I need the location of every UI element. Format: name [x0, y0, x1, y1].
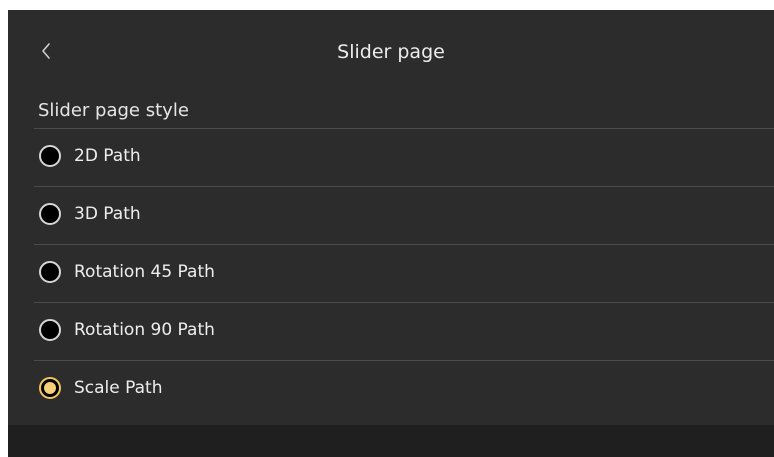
footer-bar	[8, 425, 774, 457]
option-label: Rotation 45 Path	[74, 262, 215, 282]
style-option-list: 2D Path 3D Path Rotation 45 Path Rotatio…	[34, 128, 774, 418]
radio-button[interactable]	[39, 261, 61, 283]
option-label: 3D Path	[74, 204, 141, 224]
radio-button[interactable]	[39, 319, 61, 341]
option-label: Rotation 90 Path	[74, 320, 215, 340]
radio-button[interactable]	[39, 203, 61, 225]
option-scale-path[interactable]: Scale Path	[34, 360, 774, 418]
option-label: 2D Path	[74, 146, 141, 166]
option-3d-path[interactable]: 3D Path	[34, 186, 774, 244]
section-title: Slider page style	[38, 100, 189, 121]
radio-button-selected[interactable]	[39, 377, 61, 399]
radio-button[interactable]	[39, 145, 61, 167]
page-title: Slider page	[337, 41, 445, 63]
header: Slider page	[8, 10, 774, 94]
app-screen: Slider page Slider page style 2D Path 3D…	[8, 10, 774, 457]
option-label: Scale Path	[74, 378, 163, 398]
option-2d-path[interactable]: 2D Path	[34, 128, 774, 186]
option-rotation-90-path[interactable]: Rotation 90 Path	[34, 302, 774, 360]
option-rotation-45-path[interactable]: Rotation 45 Path	[34, 244, 774, 302]
